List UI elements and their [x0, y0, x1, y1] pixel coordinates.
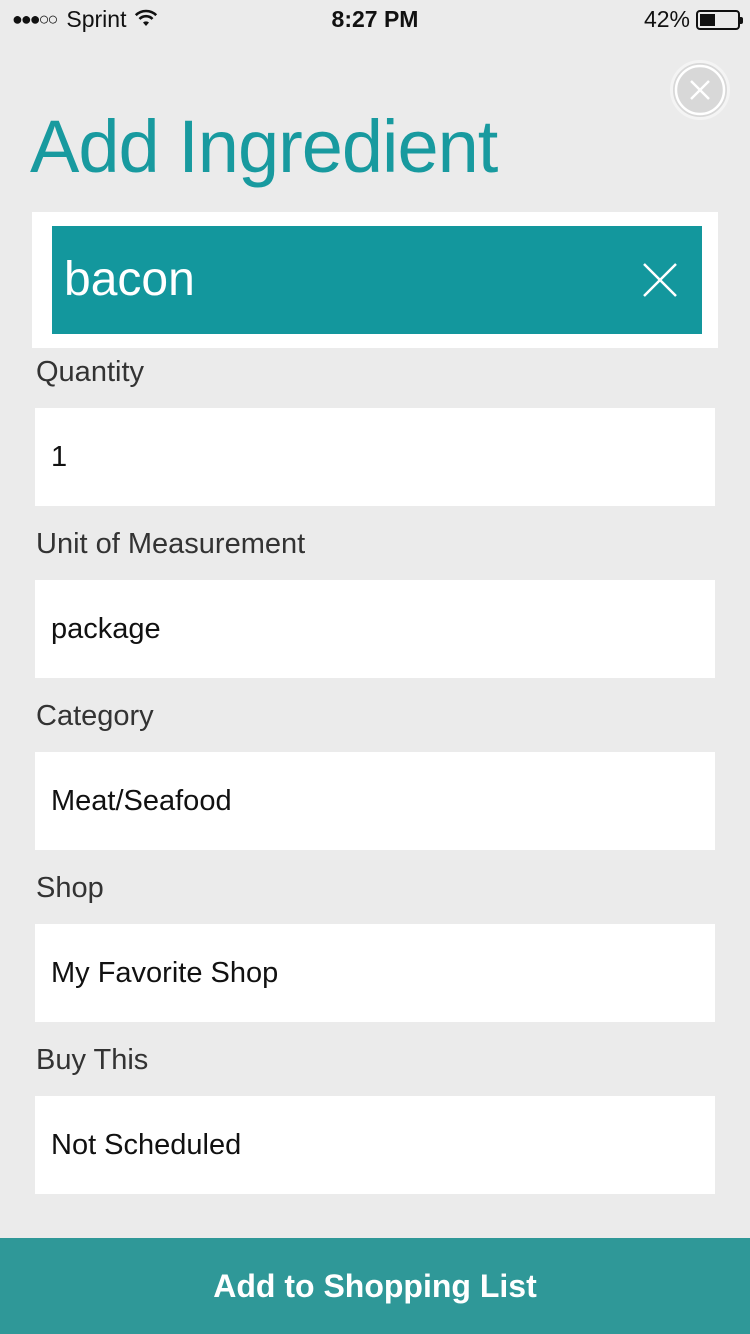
shop-field[interactable]: My Favorite Shop: [35, 924, 715, 1022]
category-field[interactable]: Meat/Seafood: [35, 752, 715, 850]
shop-value: My Favorite Shop: [51, 957, 279, 989]
status-bar: ●●●○○ Sprint 8:27 PM 42%: [0, 0, 750, 40]
unit-value: package: [51, 613, 161, 645]
buy-this-field[interactable]: Not Scheduled: [35, 1096, 715, 1194]
battery-icon: [696, 9, 743, 30]
quantity-label: Quantity: [36, 356, 144, 388]
clear-search-button[interactable]: [640, 260, 680, 300]
ingredient-search-value: bacon: [64, 253, 195, 306]
ingredient-search-container: bacon: [32, 212, 718, 348]
buy-this-label: Buy This: [36, 1044, 149, 1076]
status-time: 8:27 PM: [331, 6, 419, 32]
category-value: Meat/Seafood: [51, 785, 232, 817]
category-label: Category: [36, 700, 154, 732]
add-to-shopping-list-button[interactable]: Add to Shopping List: [0, 1238, 750, 1334]
page-title: Add Ingredient: [30, 105, 498, 188]
unit-field[interactable]: package: [35, 580, 715, 678]
close-icon: [643, 263, 677, 297]
battery-level: [700, 13, 715, 26]
close-button[interactable]: [670, 60, 730, 120]
quantity-value: 1: [51, 441, 68, 473]
buy-this-value: Not Scheduled: [51, 1129, 242, 1161]
shop-label: Shop: [36, 872, 104, 904]
quantity-field[interactable]: 1: [35, 408, 715, 506]
unit-label: Unit of Measurement: [36, 528, 306, 560]
battery-percent: 42%: [643, 6, 690, 32]
close-circle-icon: [673, 63, 727, 117]
ingredient-search-input[interactable]: bacon: [52, 226, 702, 334]
